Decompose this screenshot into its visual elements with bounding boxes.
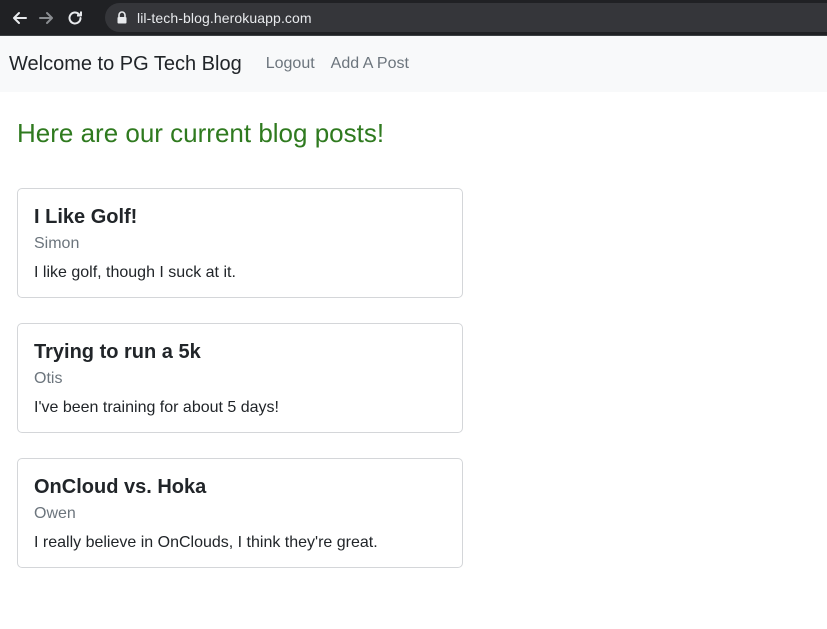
post-body: I like golf, though I suck at it. bbox=[34, 264, 236, 281]
forward-arrow-icon bbox=[39, 11, 53, 24]
back-button[interactable] bbox=[9, 8, 29, 28]
post-title: OnCloud vs. Hoka bbox=[34, 476, 207, 498]
lock-icon[interactable] bbox=[117, 11, 127, 24]
post-body: I really believe in OnClouds, I think th… bbox=[34, 534, 378, 551]
post-title: I Like Golf! bbox=[34, 206, 138, 228]
post-title: Trying to run a 5k bbox=[34, 341, 201, 363]
post-body: I've been training for about 5 days! bbox=[34, 399, 279, 416]
main-content: Here are our current blog posts! I Like … bbox=[0, 118, 827, 568]
post-card: Trying to run a 5k Otis I've been traini… bbox=[17, 323, 463, 433]
url-text: lil-tech-blog.herokuapp.com bbox=[137, 9, 312, 26]
site-navbar: Welcome to PG Tech Blog Logout Add A Pos… bbox=[0, 35, 827, 92]
browser-toolbar: lil-tech-blog.herokuapp.com bbox=[0, 0, 827, 35]
address-bar[interactable]: lil-tech-blog.herokuapp.com bbox=[105, 3, 827, 32]
post-author: Otis bbox=[34, 370, 63, 387]
post-author: Simon bbox=[34, 235, 80, 252]
post-card: OnCloud vs. Hoka Owen I really believe i… bbox=[17, 458, 463, 568]
forward-button[interactable] bbox=[37, 8, 57, 28]
logout-link[interactable]: Logout bbox=[266, 55, 315, 73]
post-card: I Like Golf! Simon I like golf, though I… bbox=[17, 188, 463, 298]
back-arrow-icon bbox=[13, 11, 27, 24]
page-title: Here are our current blog posts! bbox=[17, 118, 385, 148]
post-author: Owen bbox=[34, 505, 76, 522]
reload-button[interactable] bbox=[65, 8, 85, 28]
add-post-link[interactable]: Add A Post bbox=[331, 55, 409, 73]
reload-icon bbox=[68, 11, 82, 24]
brand-link[interactable]: Welcome to PG Tech Blog bbox=[9, 53, 242, 76]
